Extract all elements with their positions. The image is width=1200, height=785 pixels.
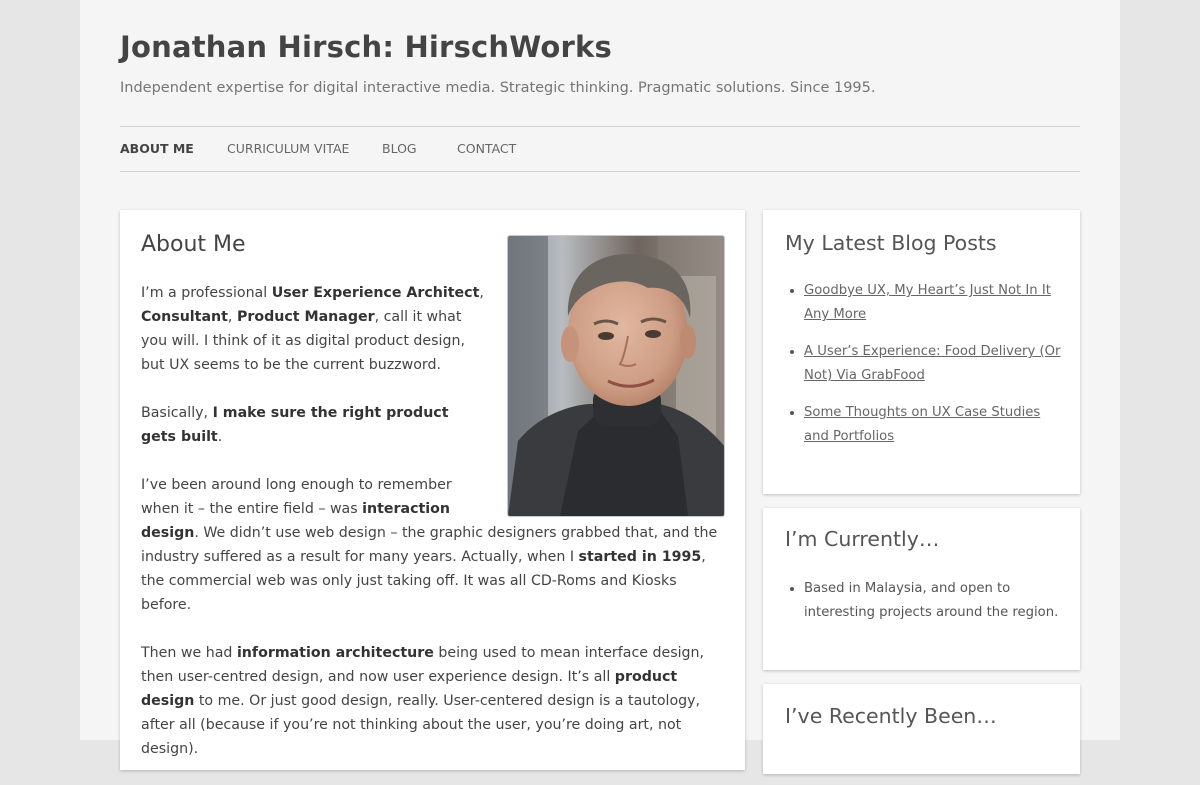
article-title: About Me bbox=[141, 232, 246, 257]
widget-title: My Latest Blog Posts bbox=[785, 231, 997, 255]
main-navigation: ABOUT ME CURRICULUM VITAE BLOG CONTACT bbox=[120, 126, 1080, 172]
text-run-bold: User Experience Architect bbox=[271, 285, 480, 301]
image-float-spacer bbox=[487, 281, 731, 519]
text-run: , bbox=[479, 285, 484, 301]
widget-title: I’m Currently… bbox=[785, 527, 940, 551]
page-container: Jonathan Hirsch: HirschWorks Independent… bbox=[80, 0, 1120, 774]
blog-post-link[interactable]: A User’s Experience: Food Delivery (Or N… bbox=[804, 344, 1060, 383]
about-me-article: About Me I’m a professional User Experie… bbox=[120, 210, 745, 770]
widget-recently: I’ve Recently Been… bbox=[763, 684, 1080, 774]
text-run: , bbox=[227, 309, 237, 325]
text-run: . bbox=[217, 429, 223, 445]
paragraph: Then we had information architecture bei… bbox=[141, 641, 731, 761]
list-item: Some Thoughts on UX Case Studies and Por… bbox=[804, 401, 1066, 449]
list-item: A User’s Experience: Food Delivery (Or N… bbox=[804, 340, 1066, 388]
blog-post-link[interactable]: Some Thoughts on UX Case Studies and Por… bbox=[804, 405, 1040, 444]
widget-currently: I’m Currently… Based in Malaysia, and op… bbox=[763, 508, 1080, 670]
text-run: Then we had bbox=[141, 645, 237, 661]
widget-latest-posts: My Latest Blog Posts Goodbye UX, My Hear… bbox=[763, 210, 1080, 494]
article-body: I’m a professional User Experience Archi… bbox=[141, 281, 731, 785]
text-run: I’m a professional bbox=[141, 285, 272, 301]
blog-post-link[interactable]: Goodbye UX, My Heart’s Just Not In It An… bbox=[804, 283, 1051, 322]
nav-item-blog[interactable]: BLOG bbox=[382, 141, 417, 156]
text-run-bold: Product Manager bbox=[236, 309, 375, 325]
site-title[interactable]: Jonathan Hirsch: HirschWorks bbox=[120, 30, 612, 64]
nav-item-curriculum-vitae[interactable]: CURRICULUM VITAE bbox=[227, 141, 349, 156]
widget-title: I’ve Recently Been… bbox=[785, 704, 997, 728]
nav-item-contact[interactable]: CONTACT bbox=[457, 141, 516, 156]
text-run-bold: started in 1995 bbox=[578, 549, 702, 565]
list-item: Based in Malaysia, and open to interesti… bbox=[804, 577, 1066, 625]
list-item: Goodbye UX, My Heart’s Just Not In It An… bbox=[804, 279, 1066, 327]
text-run-bold: information architecture bbox=[236, 645, 434, 661]
text-run: Basically, bbox=[141, 405, 213, 421]
currently-list: Based in Malaysia, and open to interesti… bbox=[785, 577, 1066, 638]
nav-item-about-me[interactable]: ABOUT ME bbox=[120, 141, 194, 156]
site-description: Independent expertise for digital intera… bbox=[120, 80, 876, 96]
text-run: to me. Or just good design, really. User… bbox=[141, 693, 701, 757]
text-run-bold: Consultant bbox=[141, 309, 228, 325]
latest-posts-list: Goodbye UX, My Heart’s Just Not In It An… bbox=[785, 279, 1066, 462]
